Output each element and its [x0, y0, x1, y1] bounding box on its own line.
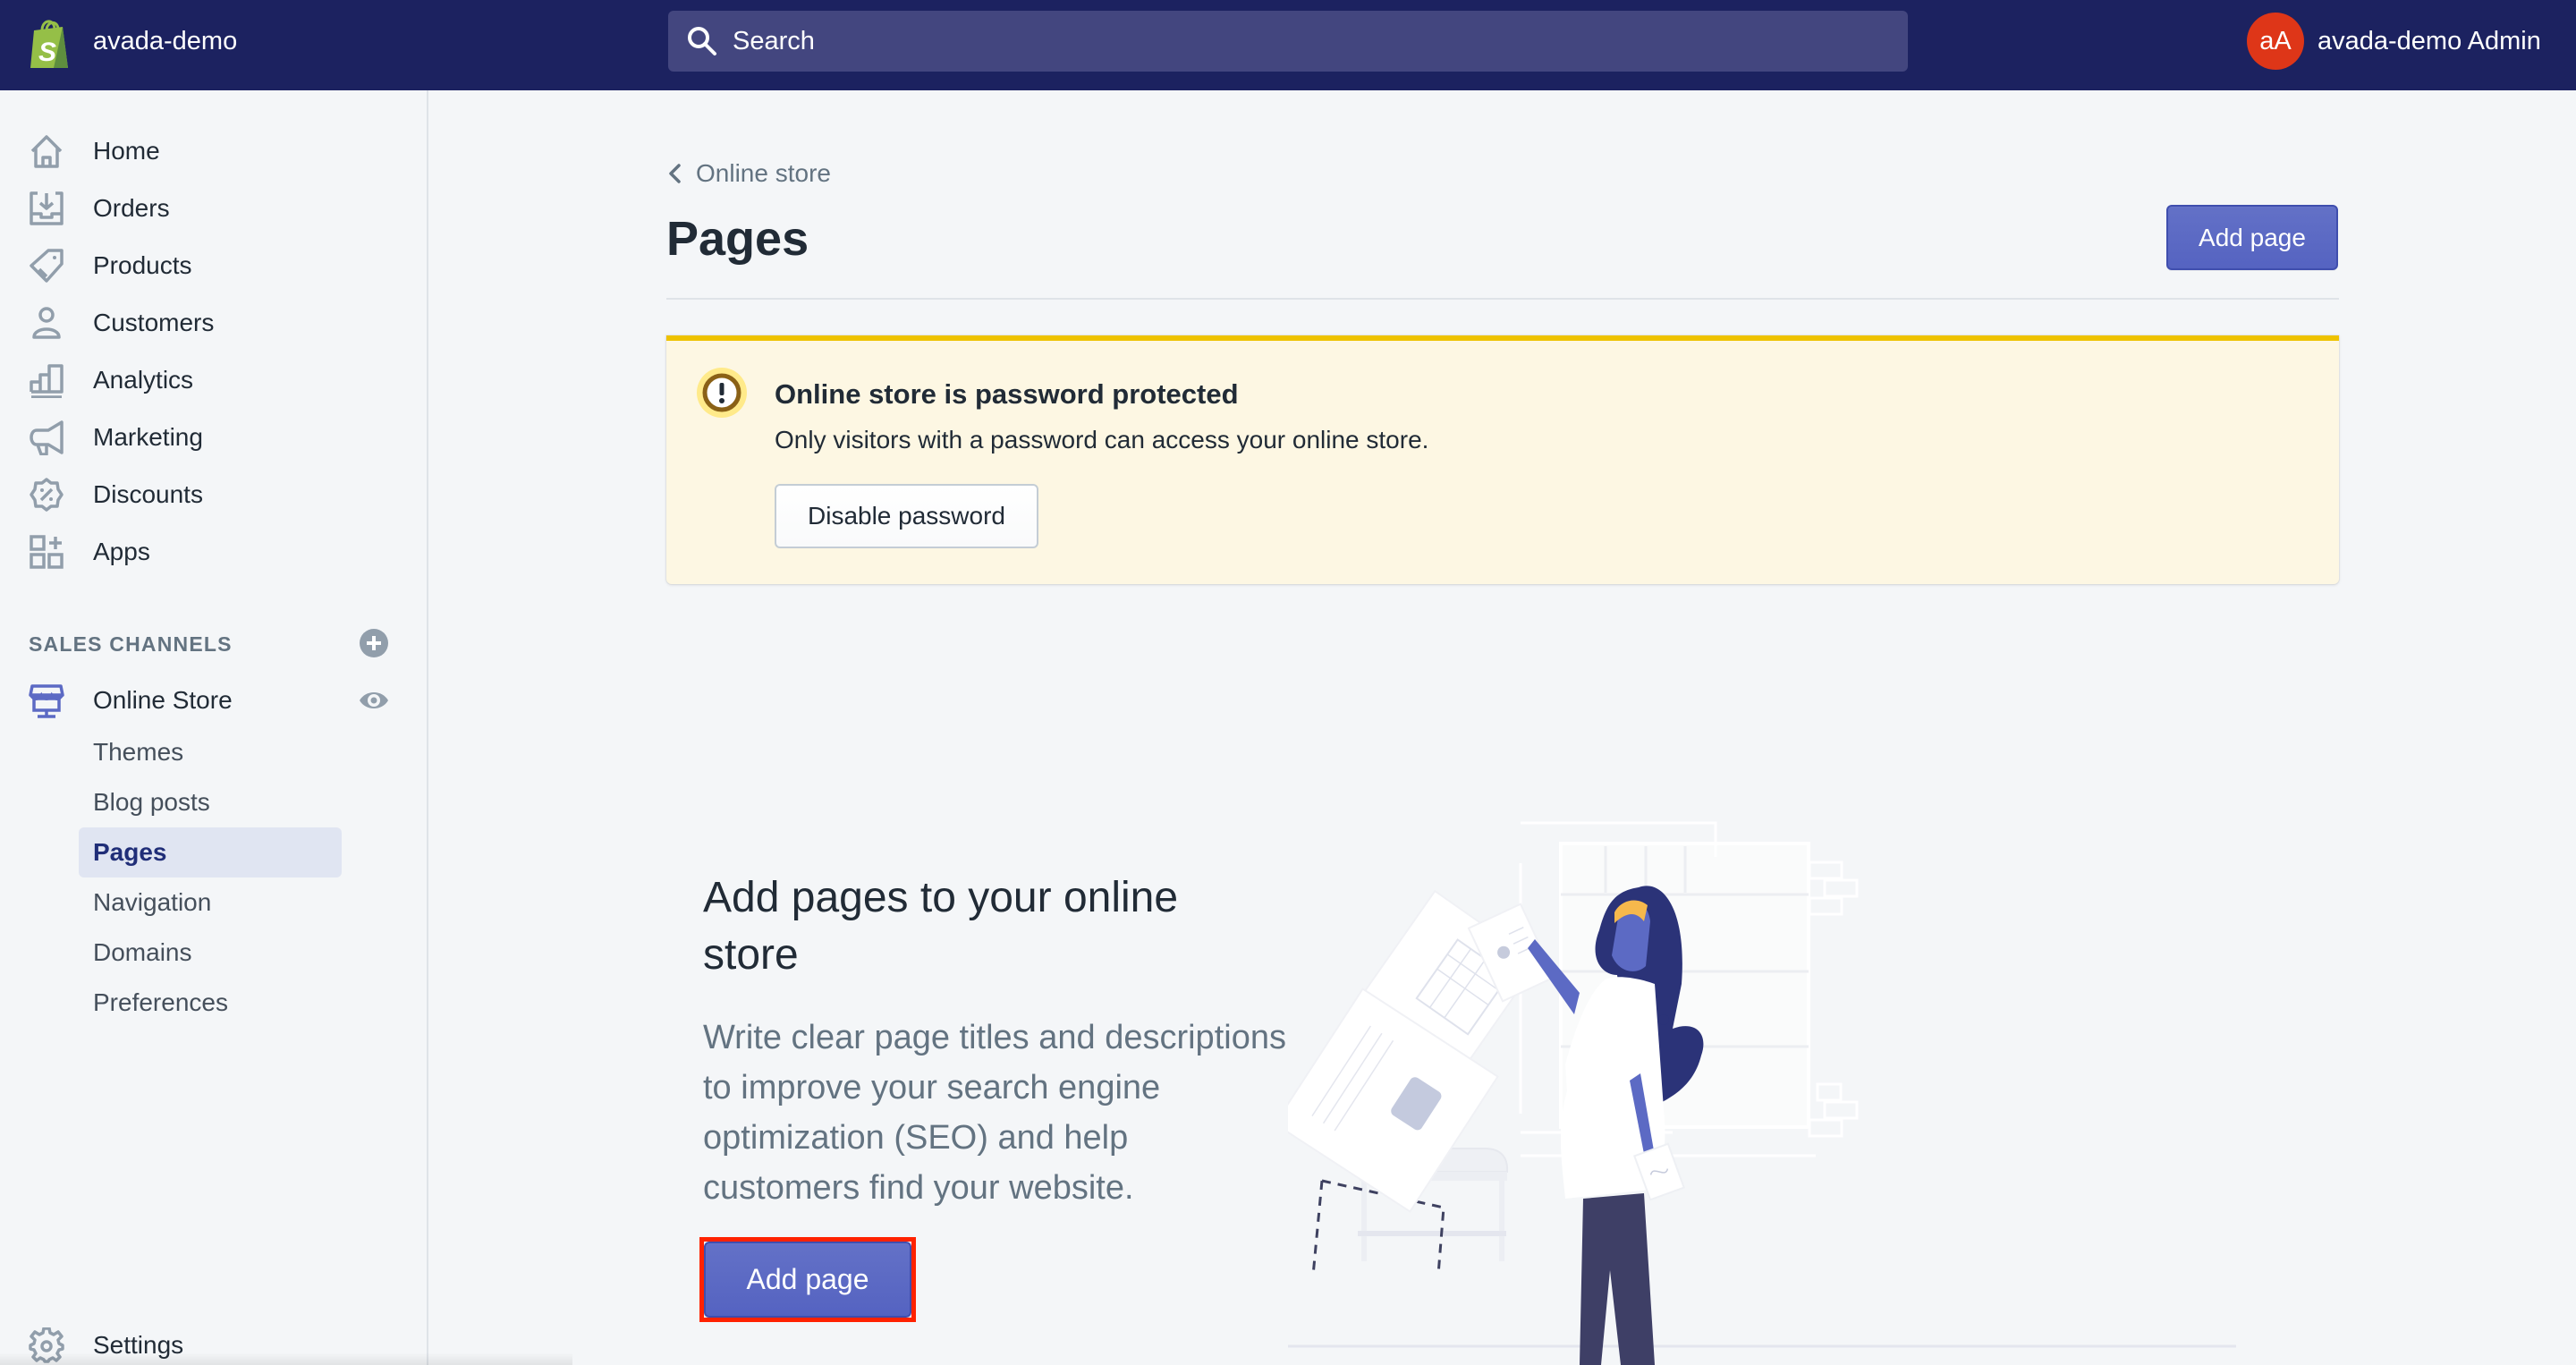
chevron-left-icon — [669, 164, 681, 183]
page-title: Pages — [666, 212, 809, 266]
sidebar-item-home[interactable]: Home — [0, 126, 428, 176]
password-warning-banner: Online store is password protected Only … — [666, 335, 2339, 584]
bottom-edge-shadow — [0, 1352, 572, 1365]
sidebar-item-label: Products — [93, 251, 192, 279]
sidebar-item-label: Apps — [93, 538, 150, 565]
add-sales-channel-icon[interactable] — [359, 628, 389, 658]
svg-text:S: S — [38, 38, 56, 67]
sidebar-subitem-domains[interactable]: Domains — [79, 928, 342, 978]
online-store-label: Online Store — [93, 686, 233, 714]
sidebar-item-discounts[interactable]: Discounts — [0, 470, 428, 520]
sidebar-item-customers[interactable]: Customers — [0, 298, 428, 348]
tag-icon — [30, 249, 64, 283]
sidebar-item-marketing[interactable]: Marketing — [0, 412, 428, 462]
sidebar-subitem-label: Navigation — [93, 888, 212, 916]
sidebar-subitem-label: Blog posts — [93, 788, 210, 816]
search-icon — [688, 27, 716, 55]
sidebar-subitem-pages[interactable]: Pages — [79, 827, 342, 878]
user-menu[interactable]: avada-demo Admin — [2318, 23, 2541, 59]
search-placeholder: Search — [733, 27, 815, 55]
disable-password-button[interactable]: Disable password — [775, 484, 1038, 548]
sidebar-item-apps[interactable]: Apps — [0, 527, 428, 577]
warning-icon — [697, 368, 747, 418]
add-page-button[interactable]: Add page — [2166, 205, 2338, 270]
bar-chart-icon — [30, 364, 64, 398]
sidebar-item-orders[interactable]: Orders — [0, 183, 428, 233]
sidebar: Home Orders Products Customers Analytics… — [0, 90, 428, 1365]
shopify-logo-icon[interactable]: S — [27, 16, 73, 70]
search-input[interactable]: Search — [668, 11, 1908, 72]
breadcrumb-link[interactable]: Online store — [696, 157, 831, 190]
customer-icon — [32, 307, 61, 339]
header-divider — [666, 298, 2339, 300]
sidebar-item-label: Discounts — [93, 480, 203, 508]
home-icon — [30, 135, 63, 168]
sidebar-item-products[interactable]: Products — [0, 241, 428, 291]
orders-icon — [30, 191, 64, 225]
sidebar-item-analytics[interactable]: Analytics — [0, 355, 428, 405]
top-bar: S avada-demo Search aA avada-demo Admin — [0, 0, 2576, 90]
sidebar-item-label: Marketing — [93, 423, 203, 451]
sidebar-subitem-label: Domains — [93, 938, 192, 966]
banner-title: Online store is password protected — [775, 378, 1239, 410]
view-store-eye-icon[interactable] — [359, 688, 389, 713]
banner-text: Only visitors with a password can access… — [775, 426, 1429, 454]
sidebar-item-label: Analytics — [93, 366, 194, 394]
empty-state-text: Write clear page titles and descriptions… — [703, 1019, 1286, 1207]
avatar[interactable]: aA — [2247, 13, 2304, 70]
sidebar-subitem-preferences[interactable]: Preferences — [79, 978, 342, 1028]
sidebar-subitem-label: Preferences — [93, 988, 228, 1016]
sidebar-subitem-themes[interactable]: Themes — [79, 727, 342, 777]
sidebar-item-label: Home — [93, 137, 160, 165]
apps-icon — [30, 535, 64, 569]
sidebar-subitem-label: Pages — [93, 838, 167, 866]
sales-channels-heading: SALES CHANNELS — [29, 632, 233, 656]
sidebar-subitem-blog-posts[interactable]: Blog posts — [79, 777, 342, 827]
sidebar-subitem-navigation[interactable]: Navigation — [79, 878, 342, 928]
store-icon — [29, 684, 64, 718]
discount-icon — [30, 478, 64, 512]
empty-state-add-page-button[interactable]: Add page — [704, 1242, 911, 1318]
sidebar-item-label: Customers — [93, 309, 215, 336]
sidebar-item-online-store[interactable]: Online Store — [0, 675, 428, 725]
empty-state-title: Add pages to your online store — [703, 874, 1179, 979]
store-name[interactable]: avada-demo — [93, 23, 237, 59]
sidebar-item-label: Orders — [93, 194, 170, 222]
empty-state-illustration — [1288, 821, 2236, 1365]
sidebar-subitem-label: Themes — [93, 738, 184, 766]
megaphone-icon — [30, 420, 64, 455]
highlight-box: Add page — [699, 1237, 916, 1322]
